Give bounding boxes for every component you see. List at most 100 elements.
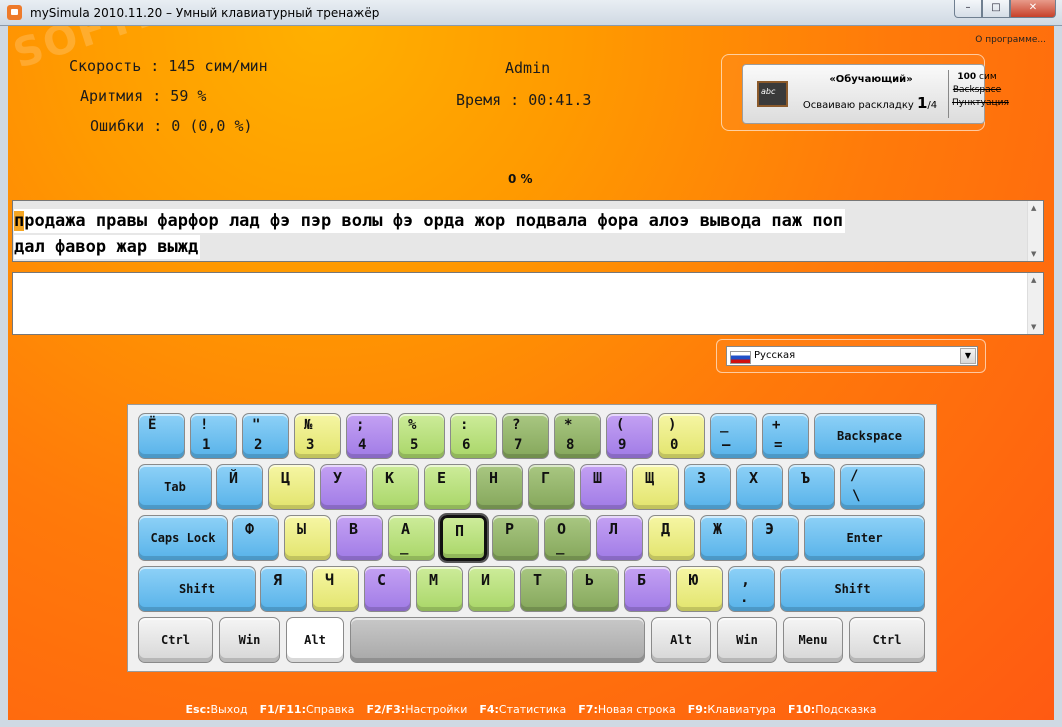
key-tab[interactable]: Tab (138, 464, 212, 510)
key-О-mark: _ (556, 539, 565, 555)
key-capslock[interactable]: Caps Lock (138, 515, 228, 561)
key-У[interactable]: У (320, 464, 367, 510)
about-link[interactable]: О программе... (975, 35, 1046, 45)
key-О[interactable]: О _ (544, 515, 591, 561)
key-Д-letter: Д (661, 520, 671, 538)
input-scroll-up-icon[interactable]: ▲ (1031, 276, 1036, 284)
key-row1-7-bottom: 7 (514, 437, 523, 453)
key-row4-7[interactable]: Б (624, 566, 671, 612)
key-В[interactable]: В (336, 515, 383, 561)
key-Д[interactable]: Д (648, 515, 695, 561)
dropdown-arrow-icon[interactable]: ▼ (960, 348, 976, 364)
key-Г[interactable]: Г (528, 464, 575, 510)
key-Е[interactable]: Е (424, 464, 471, 510)
key-row1-2[interactable]: " 2 (242, 413, 289, 459)
minimize-button[interactable]: – (954, 0, 982, 18)
maximize-button[interactable]: □ (982, 0, 1010, 18)
key-row1-11-top: _ (720, 417, 729, 433)
key-Р[interactable]: Р (492, 515, 539, 561)
key-menu[interactable]: Menu (783, 617, 843, 663)
key-row1-5-top: % (408, 417, 417, 433)
chalkboard-icon (757, 81, 788, 107)
app-icon[interactable] (7, 5, 22, 20)
key-row1-0[interactable]: Ё (138, 413, 185, 459)
hotkey-1[interactable]: F1/F11:Справка (260, 703, 355, 716)
key-А[interactable]: А _ (388, 515, 435, 561)
key-row4-2[interactable]: С (364, 566, 411, 612)
key-row1-4[interactable]: ; 4 (346, 413, 393, 459)
key-row4-9[interactable]: ,. (728, 566, 775, 612)
key-shift-right[interactable]: Shift (780, 566, 925, 612)
scroll-up-icon[interactable]: ▲ (1031, 204, 1036, 212)
key-win-right-label: Win (736, 633, 758, 647)
key-row4-1[interactable]: Ч (312, 566, 359, 612)
speed-stat: Скорость : 145 сим/мин (69, 57, 268, 75)
key-row1-12[interactable]: + = (762, 413, 809, 459)
key-row1-6[interactable]: :6 (450, 413, 497, 459)
hotkey-4[interactable]: F7:Новая строка (578, 703, 675, 716)
key-row4-8[interactable]: Ю (676, 566, 723, 612)
key-row1-11[interactable]: _ – (710, 413, 757, 459)
key-row4-0[interactable]: Я (260, 566, 307, 612)
key-shift-left[interactable]: Shift (138, 566, 256, 612)
key-Х[interactable]: Х (736, 464, 783, 510)
key-Л[interactable]: Л (596, 515, 643, 561)
key-row4-5[interactable]: Т (520, 566, 567, 612)
input-scrollbar[interactable]: ▲ ▼ (1027, 273, 1043, 334)
key-alt-right[interactable]: Alt (651, 617, 711, 663)
key-row1-5[interactable]: % 5 (398, 413, 445, 459)
key-row4-3[interactable]: М (416, 566, 463, 612)
key-П[interactable]: П (440, 515, 487, 561)
lesson-scrollbar[interactable]: ▲ ▼ (1027, 201, 1043, 261)
key-win-left[interactable]: Win (219, 617, 280, 663)
key-row1-1[interactable]: ! 1 (190, 413, 237, 459)
key-Н[interactable]: Н (476, 464, 523, 510)
key-Ф[interactable]: Ф (232, 515, 279, 561)
key-Ы[interactable]: Ы (284, 515, 331, 561)
hotkey-3[interactable]: F4:Статистика (479, 703, 566, 716)
key-Ъ[interactable]: Ъ (788, 464, 835, 510)
key-alt-left[interactable]: Alt (286, 617, 344, 663)
key-ctrl-right-label: Ctrl (872, 633, 902, 647)
key-З[interactable]: З (684, 464, 731, 510)
key-row1-10[interactable]: ) 0 (658, 413, 705, 459)
hotkey-0[interactable]: Esc:Выход (186, 703, 248, 716)
key-space[interactable] (350, 617, 645, 663)
key-win-right[interactable]: Win (717, 617, 777, 663)
key-enter[interactable]: Enter (804, 515, 925, 561)
progress-percent: 0 % (508, 172, 533, 186)
key-row1-9[interactable]: (9 (606, 413, 653, 459)
typing-input-box[interactable]: ▲ ▼ (12, 272, 1044, 335)
key-К[interactable]: К (372, 464, 419, 510)
key-row1-7[interactable]: ? 7 (502, 413, 549, 459)
key-row1-3[interactable]: № 3 (294, 413, 341, 459)
key-row1-6-top: : (460, 417, 469, 433)
hotkey-label: Справка (305, 703, 355, 716)
scroll-down-icon[interactable]: ▼ (1031, 250, 1036, 258)
key-row4-4[interactable]: И (468, 566, 515, 612)
key-slash[interactable]: / \ (840, 464, 925, 510)
key-row1-1-top: ! (200, 417, 209, 433)
input-scroll-down-icon[interactable]: ▼ (1031, 323, 1036, 331)
language-select[interactable]: Русская ▼ (726, 346, 978, 366)
key-Щ[interactable]: Щ (632, 464, 679, 510)
key-ctrl-right[interactable]: Ctrl (849, 617, 925, 663)
mode-title: «Обучающий» (829, 74, 913, 85)
hotkey-2[interactable]: F2/F3:Настройки (366, 703, 467, 716)
mode-panel: «Обучающий» Осваиваю раскладку 1/4 100 с… (721, 54, 1009, 131)
key-Щ-letter: Щ (645, 469, 655, 487)
hotkey-label: Выход (210, 703, 248, 716)
mode-card[interactable]: «Обучающий» Осваиваю раскладку 1/4 100 с… (742, 64, 1009, 124)
key-Ш[interactable]: Ш (580, 464, 627, 510)
hotkey-5[interactable]: F9:Клавиатура (688, 703, 776, 716)
key-Ж[interactable]: Ж (700, 515, 747, 561)
key-Ц[interactable]: Ц (268, 464, 315, 510)
hotkey-6[interactable]: F10:Подсказка (788, 703, 877, 716)
key-Й[interactable]: Й (216, 464, 263, 510)
close-button[interactable]: ✕ (1010, 0, 1056, 18)
key-row1-8[interactable]: * 8 (554, 413, 601, 459)
key-backspace[interactable]: Backspace (814, 413, 925, 459)
key-ctrl-left[interactable]: Ctrl (138, 617, 213, 663)
key-Э[interactable]: Э (752, 515, 799, 561)
key-row4-6[interactable]: Ь (572, 566, 619, 612)
